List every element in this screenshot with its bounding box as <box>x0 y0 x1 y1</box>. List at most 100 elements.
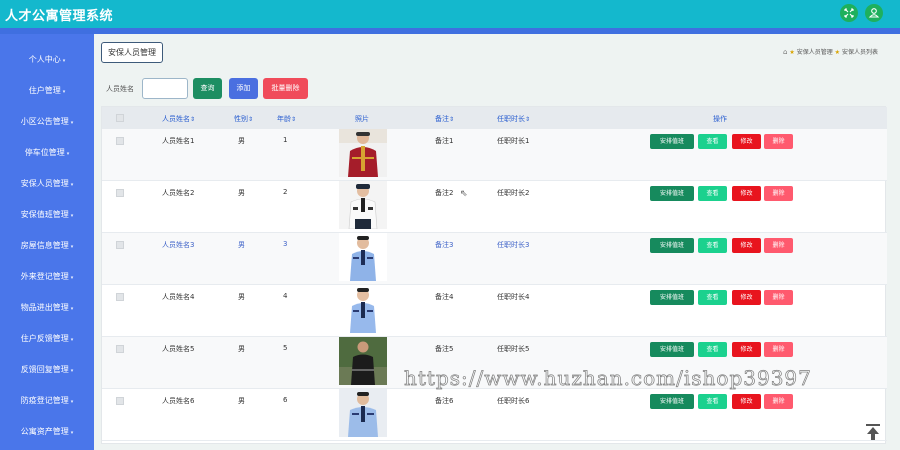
row-checkbox[interactable] <box>116 345 124 353</box>
breadcrumb: ⌂ ★ 安保人员管理 ★ 安保人员列表 <box>783 47 878 56</box>
batch-delete-button[interactable]: 批量删除 <box>263 78 308 99</box>
chevron-down-icon: ▾ <box>70 430 74 436</box>
column-label: 性别 <box>234 115 248 123</box>
age-cell: 2 <box>283 188 288 196</box>
sidebar-item-resident-feedback[interactable]: 住户反馈管理 ▾ <box>0 329 94 349</box>
schedule-duty-button[interactable]: 安排值班 <box>650 394 694 409</box>
chevron-down-icon: ▾ <box>62 89 66 95</box>
query-button[interactable]: 查询 <box>193 78 222 99</box>
schedule-duty-button[interactable]: 安排值班 <box>650 290 694 305</box>
edit-button[interactable]: 修改 <box>732 394 761 409</box>
age-cell: 4 <box>283 292 288 300</box>
sidebar-item-goods-in-out[interactable]: 物品进出管理 ▾ <box>0 298 94 318</box>
sidebar-item-label: 安保值班管理 <box>20 210 69 219</box>
sidebar-item-security-staff[interactable]: 安保人员管理 ▾ <box>0 174 94 194</box>
column-header-actions: 操作 <box>713 115 727 123</box>
age-cell: 5 <box>283 344 288 352</box>
back-to-top-icon[interactable] <box>866 424 880 440</box>
column-header-gender[interactable]: 性别⇕ <box>234 114 253 124</box>
delete-button[interactable]: 删除 <box>764 394 793 409</box>
schedule-duty-button[interactable]: 安排值班 <box>650 238 694 253</box>
edit-button[interactable]: 修改 <box>732 186 761 201</box>
gender-cell: 男 <box>238 137 245 145</box>
sidebar-item-personal-center[interactable]: 个人中心 ▾ <box>0 50 94 70</box>
column-header-age[interactable]: 年龄⇕ <box>277 114 296 124</box>
row-checkbox[interactable] <box>116 293 124 301</box>
select-all-checkbox[interactable] <box>116 114 124 122</box>
view-button[interactable]: 查看 <box>698 238 727 253</box>
row-checkbox[interactable] <box>116 189 124 197</box>
gender-cell: 男 <box>238 189 245 197</box>
add-button[interactable]: 添加 <box>229 78 258 99</box>
tenure-cell: 任职时长4 <box>497 293 530 301</box>
sidebar-item-residents[interactable]: 住户管理 ▾ <box>0 81 94 101</box>
name-cell: 人员姓名5 <box>162 345 195 353</box>
staff-photo[interactable] <box>339 389 387 437</box>
chevron-down-icon: ▾ <box>70 368 74 374</box>
staff-photo[interactable] <box>339 285 387 333</box>
sidebar-item-feedback-reply[interactable]: 反馈回复管理 ▾ <box>0 360 94 380</box>
column-header-remark[interactable]: 备注⇕ <box>435 114 454 124</box>
chevron-down-icon: ▾ <box>70 182 74 188</box>
staff-table: 人员姓名⇕ 性别⇕ 年龄⇕ 照片 备注⇕ 任职时长⇕ 操作 人员姓名1 男 1 … <box>101 106 887 444</box>
schedule-duty-button[interactable]: 安排值班 <box>650 134 694 149</box>
column-header-name[interactable]: 人员姓名⇕ <box>162 114 195 124</box>
view-button[interactable]: 查看 <box>698 342 727 357</box>
table-row[interactable]: 人员姓名1 男 1 备注1 任职时长1 安排值班 查看 修改 删除 <box>102 129 887 181</box>
age-cell: 6 <box>283 396 288 404</box>
search-input[interactable] <box>142 78 188 99</box>
table-row[interactable]: 人员姓名6 男 6 备注6 任职时长6 安排值班 查看 修改 删除 <box>102 389 887 441</box>
sidebar-item-label: 安保人员管理 <box>20 179 69 188</box>
delete-button[interactable]: 删除 <box>764 238 793 253</box>
table-row[interactable]: 人员姓名3 男 3 备注3 任职时长3 安排值班 查看 修改 删除 <box>102 233 887 285</box>
schedule-duty-button[interactable]: 安排值班 <box>650 342 694 357</box>
staff-photo[interactable] <box>339 129 387 177</box>
delete-button[interactable]: 删除 <box>764 134 793 149</box>
sidebar-item-visitor-registration[interactable]: 外来登记管理 ▾ <box>0 267 94 287</box>
view-button[interactable]: 查看 <box>698 134 727 149</box>
row-checkbox[interactable] <box>116 241 124 249</box>
view-button[interactable]: 查看 <box>698 186 727 201</box>
edit-button[interactable]: 修改 <box>732 290 761 305</box>
sort-icon: ⇕ <box>449 116 455 123</box>
edit-button[interactable]: 修改 <box>732 134 761 149</box>
table-row[interactable]: 人员姓名2 男 2 备注2 ⇖ 任职时长2 安排值班 查看 修改 删除 <box>102 181 887 233</box>
sort-icon: ⇕ <box>525 116 531 123</box>
sidebar-item-housing[interactable]: 房屋信息管理 ▾ <box>0 236 94 256</box>
row-checkbox[interactable] <box>116 137 124 145</box>
gender-cell: 男 <box>238 241 245 249</box>
delete-button[interactable]: 删除 <box>764 342 793 357</box>
name-cell: 人员姓名1 <box>162 137 195 145</box>
sidebar-item-parking[interactable]: 停车位管理 ▾ <box>0 143 94 163</box>
watermark: https://www.huzhan.com/ishop39397 <box>404 366 812 391</box>
sidebar-item-label: 住户反馈管理 <box>20 334 69 343</box>
delete-button[interactable]: 删除 <box>764 290 793 305</box>
table-row[interactable]: 人员姓名4 男 4 备注4 任职时长4 安排值班 查看 修改 删除 <box>102 285 887 337</box>
sidebar-item-announcements[interactable]: 小区公告管理 ▾ <box>0 112 94 132</box>
column-header-tenure[interactable]: 任职时长⇕ <box>497 114 530 124</box>
view-button[interactable]: 查看 <box>698 394 727 409</box>
user-icon[interactable] <box>865 4 883 22</box>
staff-photo[interactable] <box>339 233 387 281</box>
sidebar: 个人中心 ▾ 住户管理 ▾ 小区公告管理 ▾ 停车位管理 ▾ 安保人员管理 ▾ 安保值班管… <box>0 34 94 450</box>
staff-photo[interactable] <box>339 337 387 385</box>
sidebar-item-security-duty[interactable]: 安保值班管理 ▾ <box>0 205 94 225</box>
breadcrumb-item[interactable]: 安保人员管理 <box>797 49 833 56</box>
delete-button[interactable]: 删除 <box>764 186 793 201</box>
tab-security-staff[interactable]: 安保人员管理 <box>101 42 163 63</box>
schedule-duty-button[interactable]: 安排值班 <box>650 186 694 201</box>
sidebar-item-assets[interactable]: 公寓资产管理 ▾ <box>0 422 94 442</box>
chevron-down-icon: ▾ <box>70 306 74 312</box>
edit-button[interactable]: 修改 <box>732 342 761 357</box>
home-icon[interactable]: ⌂ <box>783 48 787 56</box>
sidebar-item-epidemic-registration[interactable]: 防疫登记管理 ▾ <box>0 391 94 411</box>
sidebar-item-label: 房屋信息管理 <box>20 241 69 250</box>
edit-button[interactable]: 修改 <box>732 238 761 253</box>
remark-cell: 备注6 <box>435 397 454 405</box>
fullscreen-icon[interactable] <box>840 4 858 22</box>
view-button[interactable]: 查看 <box>698 290 727 305</box>
top-bar: 人才公寓管理系统 <box>0 0 900 28</box>
row-checkbox[interactable] <box>116 397 124 405</box>
star-icon: ★ <box>789 49 795 56</box>
staff-photo[interactable] <box>339 181 387 229</box>
